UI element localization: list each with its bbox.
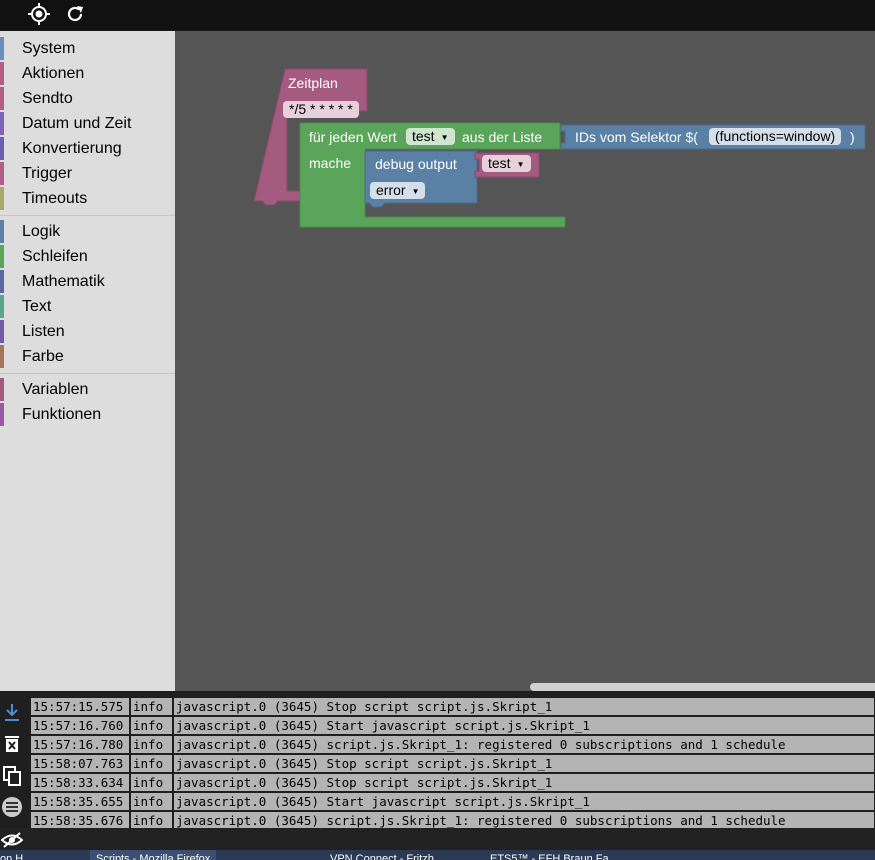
log-severity: info: [130, 716, 173, 735]
category-label: Funktionen: [22, 406, 102, 423]
toolbox-category-farbe[interactable]: Farbe: [0, 344, 175, 369]
log-message: javascript.0 (3645) Stop script script.j…: [173, 697, 875, 716]
debug-level-value: error: [376, 182, 406, 198]
log-time: 15:57:16.760: [30, 716, 130, 735]
category-label: Schleifen: [22, 248, 88, 265]
category-label: Timeouts: [22, 190, 88, 207]
refresh-icon[interactable]: [63, 2, 87, 26]
list-icon[interactable]: [0, 795, 24, 819]
category-label: Aktionen: [22, 65, 85, 82]
horizontal-scrollbar[interactable]: [530, 683, 875, 691]
category-label: Farbe: [22, 348, 64, 365]
selector-close-paren: ): [850, 129, 855, 145]
top-toolbar: [0, 0, 875, 30]
hide-icon[interactable]: [0, 828, 24, 852]
taskbar-item[interactable]: on H: [0, 850, 23, 860]
category-label: Variablen: [22, 381, 89, 398]
blockly-toolbox: System Aktionen Sendto Datum und Zeit Ko…: [0, 31, 175, 691]
taskbar-item-firefox[interactable]: Scripts - Mozilla Firefox: [90, 850, 217, 860]
log-severity: info: [130, 735, 173, 754]
log-message: javascript.0 (3645) Start javascript scr…: [173, 716, 875, 735]
log-row: 15:57:16.780 info javascript.0 (3645) sc…: [30, 735, 875, 754]
foreach-do-label: mache: [309, 155, 352, 171]
log-row: 15:58:35.655 info javascript.0 (3645) St…: [30, 792, 875, 811]
copy-icon[interactable]: [0, 764, 24, 788]
toolbox-category-trigger[interactable]: Trigger: [0, 161, 175, 186]
toolbox-category-system[interactable]: System: [0, 36, 175, 61]
log-severity: info: [130, 773, 173, 792]
log-row: 15:57:16.760 info javascript.0 (3645) St…: [30, 716, 875, 735]
log-severity: info: [130, 754, 173, 773]
toolbox-category-schleifen[interactable]: Schleifen: [0, 244, 175, 269]
taskbar-item-ets[interactable]: ETS5™ - EFH Braun Fa...: [490, 850, 618, 860]
debug-level-dropdown[interactable]: error ▼: [370, 182, 426, 199]
toolbox-category-datum-und-zeit[interactable]: Datum und Zeit: [0, 111, 175, 136]
log-table: 15:57:15.575 info javascript.0 (3645) St…: [30, 697, 875, 830]
download-icon[interactable]: [0, 700, 24, 724]
log-message: javascript.0 (3645) Start javascript scr…: [173, 792, 875, 811]
log-panel: 15:57:15.575 info javascript.0 (3645) St…: [0, 692, 875, 830]
toolbox-category-listen[interactable]: Listen: [0, 319, 175, 344]
log-row: 15:58:33.634 info javascript.0 (3645) St…: [30, 773, 875, 792]
toolbox-category-sendto[interactable]: Sendto: [0, 86, 175, 111]
cron-field[interactable]: */5 * * * * *: [283, 101, 359, 118]
category-label: Mathematik: [22, 273, 105, 290]
log-time: 15:57:15.575: [30, 697, 130, 716]
foreach-var-dropdown[interactable]: test ▼: [406, 128, 455, 145]
chevron-down-icon: ▼: [411, 186, 420, 196]
toolbox-category-text[interactable]: Text: [0, 294, 175, 319]
log-row: 15:57:15.575 info javascript.0 (3645) St…: [30, 697, 875, 716]
chevron-down-icon: ▼: [440, 132, 449, 142]
log-severity: info: [130, 697, 173, 716]
debug-var-value: test: [488, 155, 511, 171]
category-label: Text: [22, 298, 52, 315]
foreach-label: für jeden Wert: [309, 129, 397, 145]
toolbox-category-funktionen[interactable]: Funktionen: [0, 402, 175, 427]
category-label: System: [22, 40, 76, 57]
chevron-down-icon: ▼: [516, 159, 525, 169]
toolbox-separator: [0, 215, 175, 216]
toolbox-category-mathematik[interactable]: Mathematik: [0, 269, 175, 294]
selector-label: IDs vom Selektor $(: [575, 129, 698, 145]
log-time: 15:58:35.655: [30, 792, 130, 811]
toolbox-category-variablen[interactable]: Variablen: [0, 377, 175, 402]
log-time: 15:58:07.763: [30, 754, 130, 773]
selector-value-field[interactable]: (functions=window): [709, 128, 842, 145]
blockly-workspace[interactable]: Zeitplan */5 * * * * * für jeden Wert te…: [175, 31, 875, 691]
log-time: 15:57:16.780: [30, 735, 130, 754]
toolbox-category-konvertierung[interactable]: Konvertierung: [0, 136, 175, 161]
log-time: 15:58:33.634: [30, 773, 130, 792]
toolbox-category-logik[interactable]: Logik: [0, 219, 175, 244]
log-severity: info: [130, 792, 173, 811]
foreach-var-value: test: [412, 128, 435, 144]
category-label: Sendto: [22, 90, 73, 107]
schedule-block-label: Zeitplan: [288, 75, 338, 91]
log-row: 15:58:07.763 info javascript.0 (3645) St…: [30, 754, 875, 773]
toolbox-category-aktionen[interactable]: Aktionen: [0, 61, 175, 86]
foreach-in-label: aus der Liste: [462, 129, 543, 145]
debug-var-dropdown[interactable]: test ▼: [482, 155, 531, 172]
category-label: Datum und Zeit: [22, 115, 132, 132]
log-message: javascript.0 (3645) script.js.Skript_1: …: [173, 735, 875, 754]
category-label: Konvertierung: [22, 140, 122, 157]
target-icon[interactable]: [27, 2, 51, 26]
toolbox-category-timeouts[interactable]: Timeouts: [0, 186, 175, 211]
delete-icon[interactable]: [0, 732, 24, 756]
category-label: Logik: [22, 223, 61, 240]
taskbar-item-vpn[interactable]: VPN Connect - Fritzb...: [330, 850, 443, 860]
toolbox-separator: [0, 373, 175, 374]
debug-output-label: debug output: [375, 156, 457, 172]
log-message: javascript.0 (3645) Stop script script.j…: [173, 773, 875, 792]
category-label: Listen: [22, 323, 65, 340]
log-message: javascript.0 (3645) Stop script script.j…: [173, 754, 875, 773]
os-taskbar: on H Scripts - Mozilla Firefox VPN Conne…: [0, 850, 875, 860]
category-label: Trigger: [22, 165, 73, 182]
log-toolbar: [0, 692, 28, 828]
